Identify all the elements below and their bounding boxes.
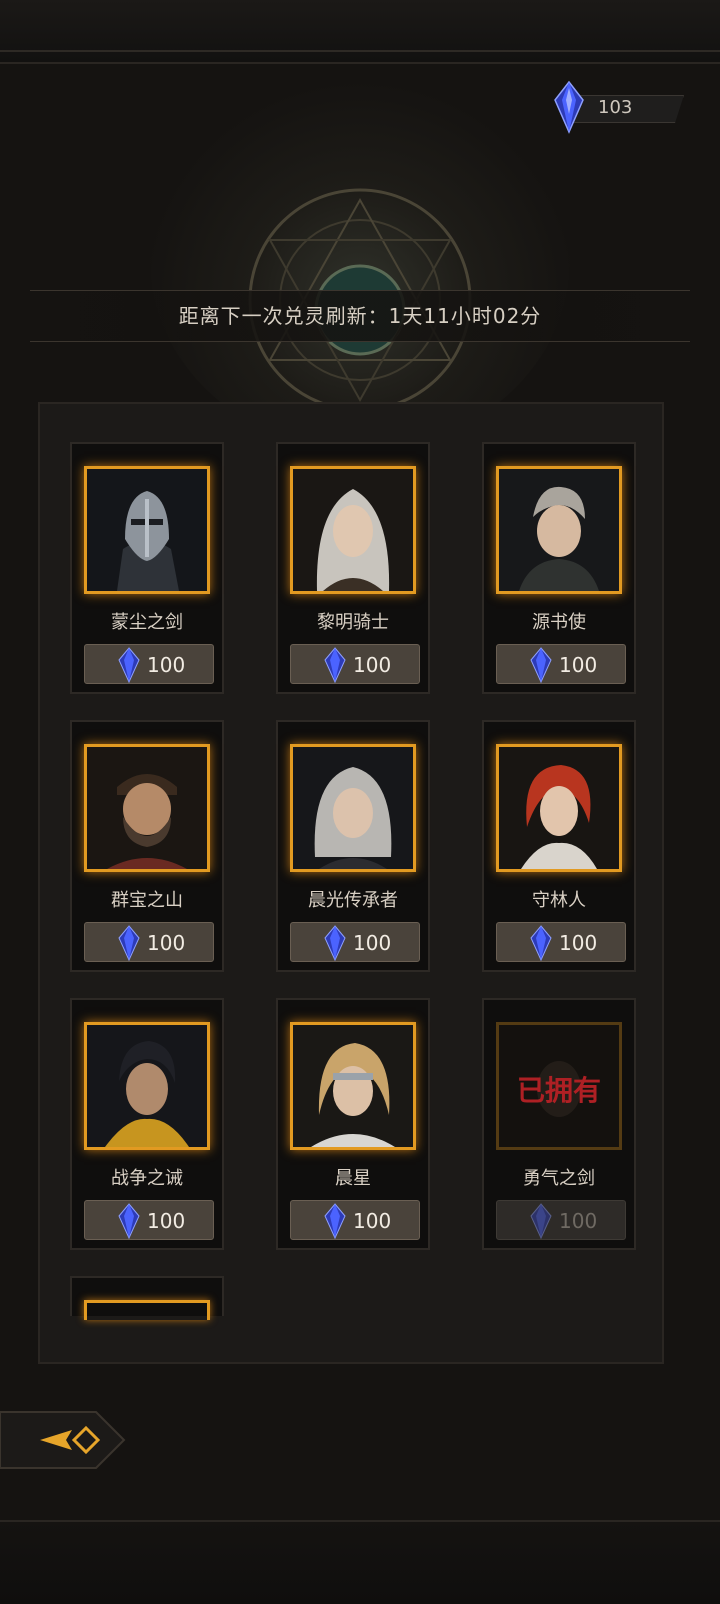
hero-portrait — [84, 1022, 210, 1150]
hero-portrait: 已拥有 — [496, 1022, 622, 1150]
hero-card[interactable]: 蒙尘之剑 100 — [70, 442, 224, 694]
price-button-disabled: 100 — [496, 1200, 626, 1240]
price-button[interactable]: 100 — [84, 922, 214, 962]
hero-card[interactable]: 战争之诫 100 — [70, 998, 224, 1250]
hero-portrait — [290, 466, 416, 594]
hero-card[interactable]: 源书使 100 — [482, 442, 636, 694]
hero-card[interactable]: 晨光传承者 100 — [276, 720, 430, 972]
hero-portrait — [290, 744, 416, 872]
back-button[interactable] — [0, 1410, 126, 1470]
hero-name: 晨光传承者 — [308, 890, 398, 911]
currency-amount: 103 — [598, 97, 633, 118]
price-amount: 100 — [147, 1209, 186, 1233]
hero-name: 黎明骑士 — [317, 612, 389, 633]
price-amount: 100 — [353, 653, 392, 677]
hero-portrait — [84, 466, 210, 594]
hero-card[interactable]: 黎明骑士 100 — [276, 442, 430, 694]
price-button[interactable]: 100 — [496, 644, 626, 684]
price-button[interactable]: 100 — [496, 922, 626, 962]
exchange-panel[interactable]: 蒙尘之剑 100 黎明骑士 100 源书使 100 群宝之山 100 晨光传承者… — [38, 402, 664, 1364]
price-amount: 100 — [559, 653, 598, 677]
crystal-icon — [118, 1203, 140, 1239]
price-button[interactable]: 100 — [290, 644, 420, 684]
hero-name: 战争之诫 — [111, 1168, 183, 1189]
hero-card[interactable]: 群宝之山 100 — [70, 720, 224, 972]
price-button[interactable]: 100 — [84, 644, 214, 684]
background-emblem — [150, 70, 570, 450]
hero-portrait — [496, 466, 622, 594]
hero-name: 蒙尘之剑 — [111, 612, 183, 633]
top-bar — [0, 0, 720, 64]
bottom-bar — [0, 1520, 720, 1604]
hero-card-partial[interactable] — [70, 1276, 224, 1320]
crystal-icon — [530, 647, 552, 683]
crystal-icon — [530, 1203, 552, 1239]
hero-portrait — [84, 744, 210, 872]
price-button[interactable]: 100 — [290, 1200, 420, 1240]
price-amount: 100 — [147, 653, 186, 677]
crystal-icon — [324, 1203, 346, 1239]
price-amount: 100 — [353, 1209, 392, 1233]
currency-display: 103 — [552, 80, 684, 134]
hero-card[interactable]: 晨星 100 — [276, 998, 430, 1250]
crystal-icon — [118, 647, 140, 683]
refresh-banner: 距离下一次兑灵刷新：1天11小时02分 — [30, 290, 690, 342]
price-amount: 100 — [559, 1209, 598, 1233]
hero-portrait — [290, 1022, 416, 1150]
hero-portrait-frame — [84, 1300, 210, 1320]
price-button[interactable]: 100 — [84, 1200, 214, 1240]
hero-name: 守林人 — [532, 890, 586, 911]
hero-name: 勇气之剑 — [523, 1168, 595, 1189]
price-amount: 100 — [559, 931, 598, 955]
hero-name: 群宝之山 — [111, 890, 183, 911]
hero-name: 晨星 — [335, 1168, 371, 1189]
top-bar-trim — [0, 50, 720, 52]
hero-portrait — [496, 744, 622, 872]
refresh-countdown-text: 距离下一次兑灵刷新：1天11小时02分 — [178, 304, 542, 328]
crystal-icon — [118, 925, 140, 961]
price-amount: 100 — [147, 931, 186, 955]
hero-card[interactable]: 守林人 100 — [482, 720, 636, 972]
crystal-icon — [324, 925, 346, 961]
crystal-icon — [554, 80, 584, 134]
crystal-icon — [324, 647, 346, 683]
owned-label: 已拥有 — [516, 1074, 601, 1107]
back-arrow-icon — [0, 1411, 126, 1469]
price-amount: 100 — [353, 931, 392, 955]
crystal-icon — [530, 925, 552, 961]
price-button[interactable]: 100 — [290, 922, 420, 962]
hero-name: 源书使 — [532, 612, 586, 633]
hero-card-owned[interactable]: 已拥有 勇气之剑 100 — [482, 998, 636, 1250]
